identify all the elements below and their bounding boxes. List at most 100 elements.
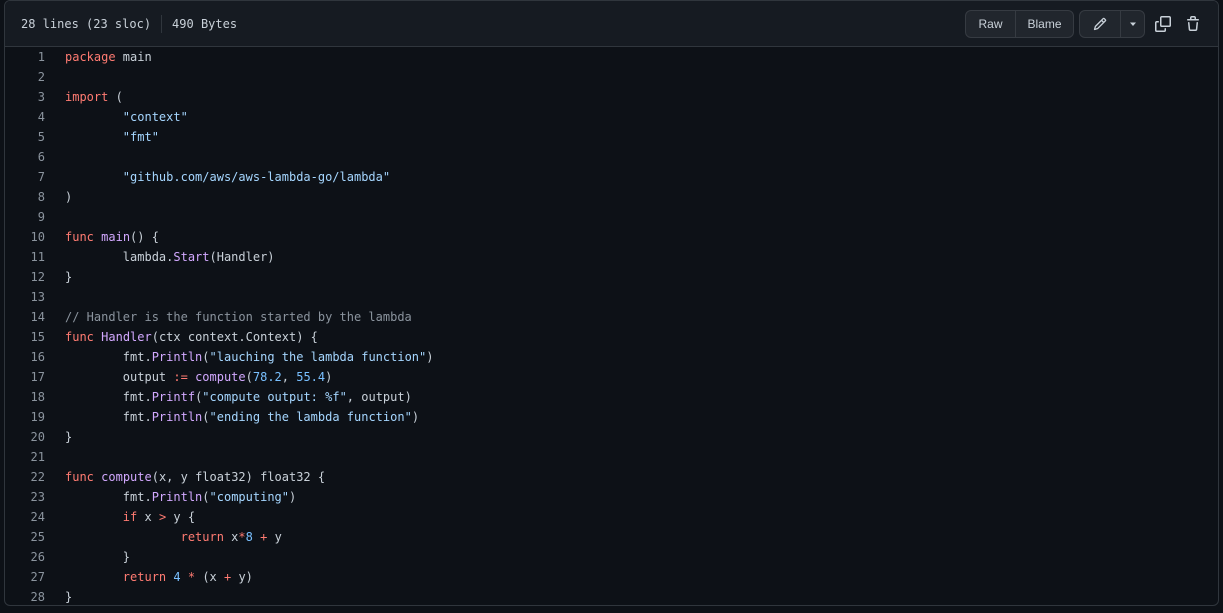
line-number[interactable]: 21 (5, 447, 45, 467)
code-line: 20} (5, 427, 1218, 447)
code-line: 24 if x > y { (5, 507, 1218, 527)
code-line: 18 fmt.Printf("compute output: %f", outp… (5, 387, 1218, 407)
line-number[interactable]: 2 (5, 67, 45, 87)
line-number[interactable]: 12 (5, 267, 45, 287)
code-text: fmt.Println("ending the lambda function"… (65, 410, 420, 424)
code-line: 10 func main() { (5, 227, 1218, 247)
line-number[interactable]: 15 (5, 327, 45, 347)
code-line: 26 } (5, 547, 1218, 567)
file-size: 490 Bytes (172, 16, 238, 31)
delete-button[interactable] (1180, 11, 1206, 37)
copy-button[interactable] (1150, 11, 1176, 37)
divider (161, 14, 163, 33)
code-text: fmt.Printf("compute output: %f", output) (65, 390, 412, 404)
code-text: "fmt" (122, 130, 159, 144)
edit-button[interactable] (1080, 11, 1120, 37)
code-text: "github.com/aws/aws-lambda-go/lambda" (122, 170, 391, 184)
line-number[interactable]: 19 (5, 407, 45, 427)
code-text: } (65, 430, 73, 444)
code-text: output := compute(78.2, 55.4) (65, 370, 333, 384)
line-number[interactable]: 7 (5, 167, 45, 187)
code-text: func main() { (65, 230, 159, 244)
code-text: } (65, 590, 73, 604)
file-viewer: 28 lines (23 sloc) 490 Bytes Raw Blame 1… (4, 0, 1219, 606)
code-line: 16 fmt.Println("lauching the lambda func… (5, 347, 1218, 367)
line-number[interactable]: 11 (5, 247, 45, 267)
line-number[interactable]: 10 (5, 227, 45, 247)
line-number[interactable]: 6 (5, 147, 45, 167)
line-number[interactable]: 4 (5, 107, 45, 127)
view-button-group: Raw Blame (965, 10, 1074, 38)
code-line: 12} (5, 267, 1218, 287)
code-text: import ( (65, 90, 123, 104)
line-number[interactable]: 23 (5, 487, 45, 507)
code-text: package main (65, 50, 152, 64)
line-number[interactable]: 13 (5, 287, 45, 307)
code-line: 1 package main (5, 47, 1218, 67)
pencil-icon (1093, 17, 1107, 31)
caret-down-icon (1129, 22, 1136, 26)
code-text: ) (65, 190, 73, 204)
code-text: "context" (122, 110, 188, 124)
line-number[interactable]: 22 (5, 467, 45, 487)
blame-button[interactable]: Blame (1015, 11, 1073, 37)
line-number[interactable]: 16 (5, 347, 45, 367)
code-line: 15 func Handler(ctx context.Context) { (5, 327, 1218, 347)
line-number[interactable]: 17 (5, 367, 45, 387)
code-text: lambda.Start(Handler) (65, 250, 275, 264)
code-text: fmt.Println("computing") (65, 490, 297, 504)
code-line: 22 func compute(x, y float32) float32 { (5, 467, 1218, 487)
line-number[interactable]: 1 (5, 47, 45, 67)
code-line: 3 import ( (5, 87, 1218, 107)
line-number[interactable]: 28 (5, 587, 45, 605)
code-line: 11 lambda.Start(Handler) (5, 247, 1218, 267)
line-count: 28 lines (23 sloc) (21, 16, 152, 31)
line-number[interactable]: 25 (5, 527, 45, 547)
line-number[interactable]: 27 (5, 567, 45, 587)
code-line: 9 (5, 207, 1218, 227)
code-line: 7 "github.com/aws/aws-lambda-go/lambda" (5, 167, 1218, 187)
code-line: 14 // Handler is the function started by … (5, 307, 1218, 327)
code-text: func compute(x, y float32) float32 { (65, 470, 326, 484)
raw-button[interactable]: Raw (966, 11, 1015, 37)
edit-dropdown-button[interactable] (1120, 11, 1144, 37)
code-line: 17 output := compute(78.2, 55.4) (5, 367, 1218, 387)
line-number[interactable]: 24 (5, 507, 45, 527)
code-text: return 4 * (x + y) (122, 570, 253, 584)
code-line: 8) (5, 187, 1218, 207)
code-line: 4 "context" (5, 107, 1218, 127)
line-number[interactable]: 9 (5, 207, 45, 227)
line-number[interactable]: 3 (5, 87, 45, 107)
code-line: 2 (5, 67, 1218, 87)
code-line: 23 fmt.Println("computing") (5, 487, 1218, 507)
line-number[interactable]: 8 (5, 187, 45, 207)
code-text: } (65, 550, 131, 564)
code-text: fmt.Println("lauching the lambda functio… (65, 350, 434, 364)
code-line: 13 (5, 287, 1218, 307)
line-number[interactable]: 20 (5, 427, 45, 447)
line-number[interactable]: 5 (5, 127, 45, 147)
code-line: 5 "fmt" (5, 127, 1218, 147)
code-line: 25 return x*8 + y (5, 527, 1218, 547)
trash-icon (1187, 16, 1199, 31)
line-number[interactable]: 14 (5, 307, 45, 327)
code-text: func Handler(ctx context.Context) { (65, 330, 318, 344)
copy-icon (1155, 16, 1171, 32)
code-text: } (65, 270, 73, 284)
code-line: 6 (5, 147, 1218, 167)
code-line: 28} (5, 587, 1218, 605)
file-header: 28 lines (23 sloc) 490 Bytes Raw Blame (5, 1, 1218, 47)
line-number[interactable]: 18 (5, 387, 45, 407)
code-line: 21 (5, 447, 1218, 467)
code-line: 19 fmt.Println("ending the lambda functi… (5, 407, 1218, 427)
code-line: 27 return 4 * (x + y) (5, 567, 1218, 587)
code-area: 1 package main 2 3 import (4 "context" 5 "fmt… (5, 47, 1218, 605)
file-actions: Raw Blame (965, 1, 1206, 47)
code-text: // Handler is the function started by th… (65, 310, 412, 324)
line-number[interactable]: 26 (5, 547, 45, 567)
